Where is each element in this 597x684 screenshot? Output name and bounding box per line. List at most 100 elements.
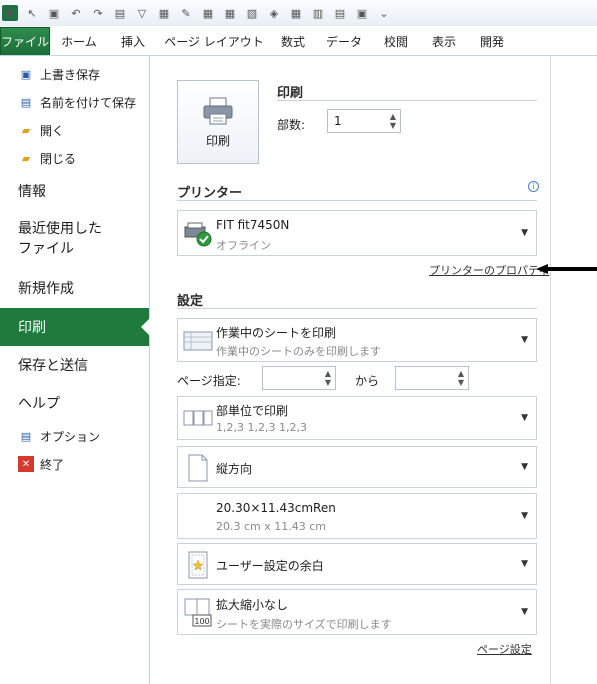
no-scaling-icon: 100 [182, 596, 214, 628]
chevron-down-icon: ▼ [521, 413, 528, 423]
pages-to-stepper[interactable]: ▲ ▼ [395, 366, 469, 390]
redo-icon[interactable]: ↷ [90, 5, 106, 21]
print-scope-desc: 作業中のシートのみを印刷します [216, 345, 381, 358]
toolbar-icon[interactable]: ▣ [354, 5, 370, 21]
scaling-desc: シートを実際のサイズで印刷します [216, 618, 392, 631]
info-icon[interactable]: i [528, 181, 539, 192]
tab-file[interactable]: ファイル [0, 27, 50, 55]
filter-icon[interactable]: ▽ [134, 5, 150, 21]
toolbar-icon[interactable]: ▤ [332, 5, 348, 21]
undo-icon[interactable]: ↶ [68, 5, 84, 21]
sidebar-item-options[interactable]: ▤ オプション [0, 422, 149, 450]
sidebar-item-close[interactable]: ▰ 閉じる [0, 144, 149, 172]
stepper-arrows-icon[interactable]: ▲ ▼ [325, 369, 331, 387]
paper-size-title: 20.30×11.43cmRen [216, 501, 336, 515]
quick-access-toolbar: X ↖ ▣ ↶ ↷ ▤ ▽ ▦ ✎ ▦ ▦ ▧ ◈ ▦ ▥ ▤ ▣ ⌄ [0, 0, 597, 26]
cursor-icon[interactable]: ↖ [24, 5, 40, 21]
tab-insert[interactable]: 挿入 [108, 27, 158, 55]
print-panel: 印刷 印刷 部数: 1 ▲ ▼ プリンター i FIT fit7450N オフライ… [151, 56, 551, 684]
scaling-title: 拡大縮小なし [216, 598, 289, 612]
collate-desc: 1,2,3 1,2,3 1,2,3 [216, 421, 307, 434]
sidebar-item-help[interactable]: ヘルプ [0, 384, 149, 422]
sidebar-item-label: 新規作成 [18, 281, 74, 297]
stepper-arrows-icon[interactable]: ▲ ▼ [390, 112, 396, 130]
sidebar-item-label: 最近使用した [18, 221, 102, 237]
toolbar-icon[interactable]: ▤ [112, 5, 128, 21]
backstage-sidebar: ▣ 上書き保存 ▤ 名前を付けて保存 ▰ 開く ▰ 閉じる 情報 最近使用した … [0, 56, 150, 684]
copies-value: 1 [334, 114, 342, 128]
chevron-down-icon: ▼ [521, 511, 528, 521]
settings-heading: 設定 [177, 294, 204, 309]
scaling-dropdown[interactable]: 100 拡大縮小なし シートを実際のサイズで印刷します ▼ [177, 589, 537, 635]
page-setup-link[interactable]: ページ設定 [477, 641, 532, 657]
printer-ready-icon [182, 218, 214, 250]
print-scope-dropdown[interactable]: 作業中のシートを印刷 作業中のシートのみを印刷します ▼ [177, 318, 537, 362]
tab-developer[interactable]: 開発 [468, 27, 516, 55]
sidebar-item-label: ファイル [18, 241, 74, 257]
orientation-dropdown[interactable]: 縦方向 ▼ [177, 446, 537, 488]
copies-label: 部数: [277, 118, 306, 132]
sidebar-item-label: 印刷 [18, 320, 46, 336]
printer-heading: プリンター [177, 186, 243, 201]
sidebar-item-print[interactable]: 印刷 [0, 308, 149, 346]
sidebar-item-label: 終了 [40, 457, 65, 472]
printer-icon [203, 97, 233, 124]
collate-dropdown[interactable]: 部単位で印刷 1,2,3 1,2,3 1,2,3 ▼ [177, 396, 537, 440]
sheet-icon [182, 325, 214, 357]
folder-open-icon: ▰ [21, 123, 31, 137]
toolbar-icon[interactable]: ▦ [222, 5, 238, 21]
toolbar-icon[interactable]: ◈ [266, 5, 282, 21]
sidebar-item-save[interactable]: ▣ 上書き保存 [0, 60, 149, 88]
pages-from-stepper[interactable]: ▲ ▼ [262, 366, 336, 390]
toolbar-icon[interactable]: ▦ [200, 5, 216, 21]
portrait-icon [182, 452, 214, 484]
tab-data[interactable]: データ [316, 27, 372, 55]
sidebar-item-label: 情報 [18, 184, 46, 200]
divider [177, 308, 537, 309]
customize-qat-icon[interactable]: ⌄ [376, 5, 392, 21]
divider [177, 200, 537, 201]
print-button-label: 印刷 [205, 133, 230, 148]
toolbar-icon[interactable]: ▦ [288, 5, 304, 21]
tab-formulas[interactable]: 数式 [270, 27, 316, 55]
pages-label: ページ指定: [177, 374, 241, 388]
sidebar-item-exit[interactable]: ✕ 終了 [0, 450, 149, 478]
sidebar-item-label: 上書き保存 [40, 67, 101, 82]
sidebar-item-save-as[interactable]: ▤ 名前を付けて保存 [0, 88, 149, 116]
pages-to-label: から [355, 374, 380, 388]
sidebar-item-label: 開く [40, 123, 65, 138]
printer-status: オフライン [216, 239, 271, 252]
printer-properties-link[interactable]: プリンターのプロパティ [429, 262, 549, 278]
chevron-down-icon: ▼ [521, 607, 528, 617]
sidebar-item-label: ヘルプ [18, 396, 60, 412]
printer-name: FIT fit7450N [216, 218, 290, 232]
toolbar-icon[interactable]: ▥ [310, 5, 326, 21]
tab-home[interactable]: ホーム [50, 27, 108, 55]
collated-icon [182, 403, 214, 435]
pointer-arrow-icon [536, 264, 597, 274]
sidebar-item-new[interactable]: 新規作成 [0, 268, 149, 308]
sidebar-item-open[interactable]: ▰ 開く [0, 116, 149, 144]
save-icon[interactable]: ▣ [46, 5, 62, 21]
chevron-down-icon: ▼ [521, 559, 528, 569]
folder-close-icon: ▰ [21, 151, 31, 165]
sidebar-item-recent[interactable]: 最近使用した ファイル [0, 210, 149, 268]
save-as-icon: ▤ [20, 95, 32, 109]
paper-size-dropdown[interactable]: 20.30×11.43cmRen 20.3 cm x 11.43 cm ▼ [177, 493, 537, 539]
tab-review[interactable]: 校閲 [372, 27, 420, 55]
print-button[interactable]: 印刷 [177, 80, 259, 164]
chevron-down-icon: ▼ [521, 228, 528, 238]
toolbar-icon[interactable]: ▧ [244, 5, 260, 21]
paper-size-desc: 20.3 cm x 11.43 cm [216, 520, 327, 533]
sidebar-item-info[interactable]: 情報 [0, 172, 149, 210]
toolbar-icon[interactable]: ✎ [178, 5, 194, 21]
stepper-arrows-icon[interactable]: ▲ ▼ [458, 369, 464, 387]
copies-stepper[interactable]: 1 ▲ ▼ [327, 109, 401, 133]
toolbar-icon[interactable]: ▦ [156, 5, 172, 21]
sidebar-item-save-send[interactable]: 保存と送信 [0, 346, 149, 384]
margins-dropdown[interactable]: ユーザー設定の余白 ▼ [177, 543, 537, 585]
print-heading: 印刷 [277, 86, 304, 101]
tab-view[interactable]: 表示 [420, 27, 468, 55]
tab-page-layout[interactable]: ページ レイアウト [158, 27, 270, 55]
printer-dropdown[interactable]: FIT fit7450N オフライン ▼ [177, 210, 537, 256]
